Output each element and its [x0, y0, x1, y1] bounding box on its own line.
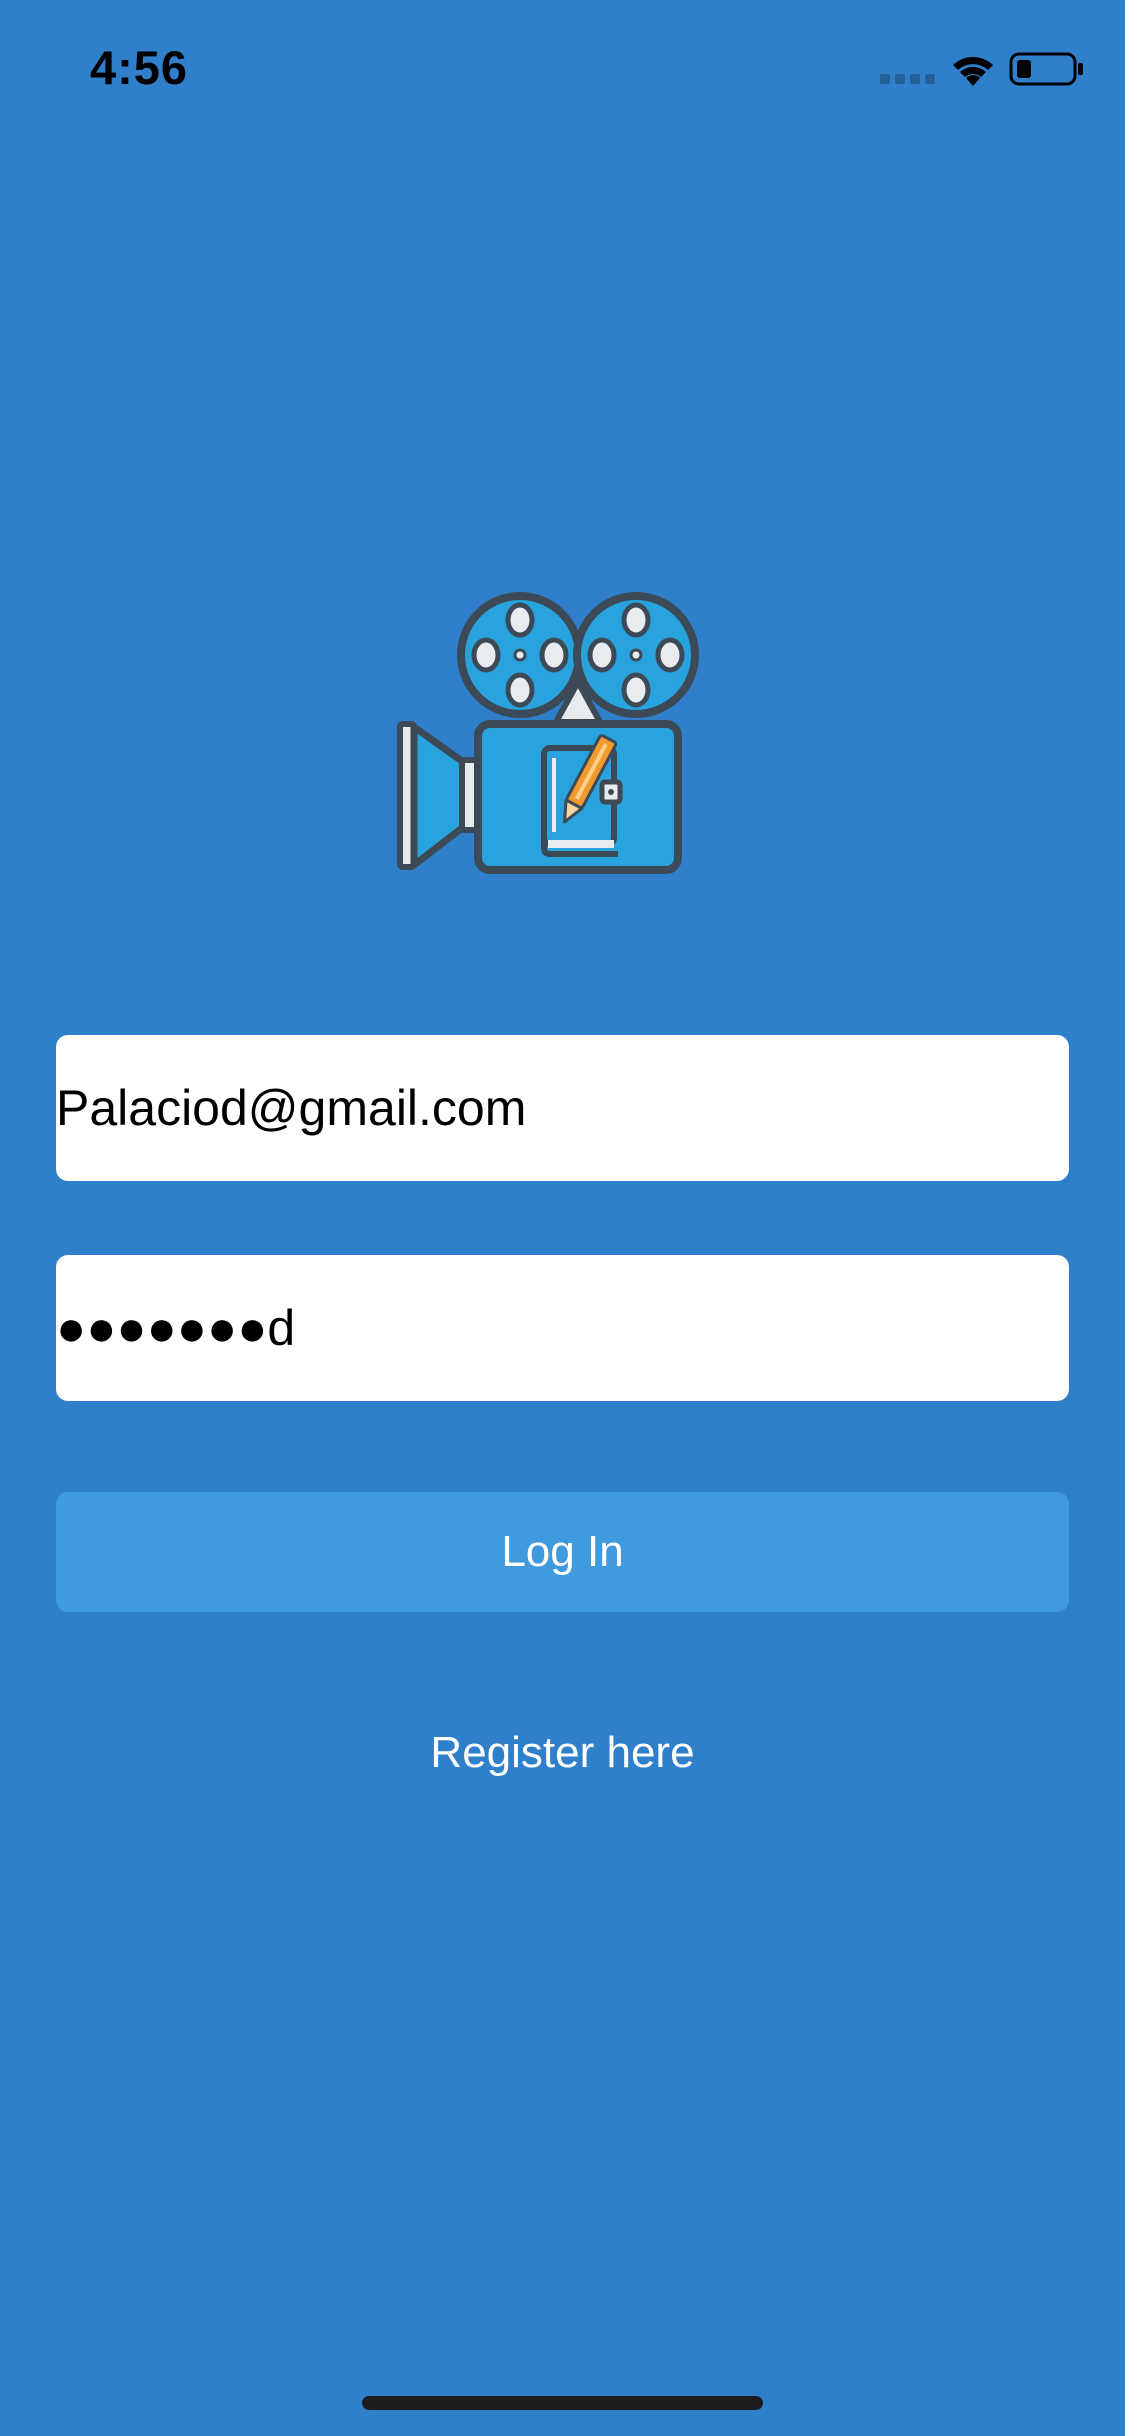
wifi-icon: [953, 57, 993, 86]
cellular-signal-icon: [880, 74, 935, 84]
home-indicator[interactable]: [362, 2396, 763, 2410]
battery-icon: [1009, 52, 1083, 86]
log-in-button[interactable]: Log In: [56, 1492, 1069, 1612]
email-field[interactable]: Palaciod@gmail.com: [56, 1035, 1069, 1181]
status-time: 4:56: [90, 41, 189, 94]
film-camera-logo-icon: [397, 592, 699, 874]
register-link[interactable]: Register here: [0, 1728, 1125, 1778]
status-bar: 4:56: [0, 0, 1125, 132]
password-field[interactable]: ●●●●●●●d: [56, 1255, 1069, 1401]
